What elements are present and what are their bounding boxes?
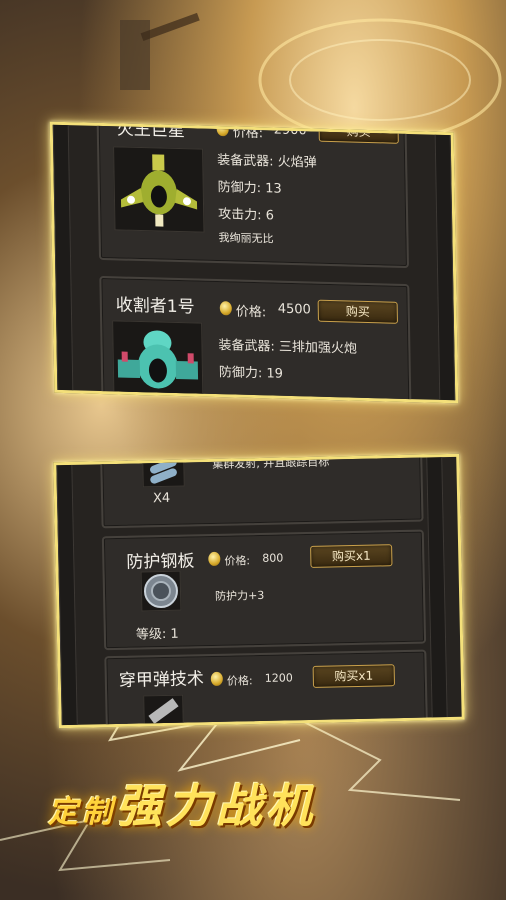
buy-button[interactable]: 购买x1 — [312, 664, 396, 688]
shop-item-card: 收割者1号 价格: 4500 购买 装备武器: 三排加强火炮 防御力: 19 — [99, 275, 412, 404]
item-image-slot — [112, 320, 204, 404]
item-image-slot — [143, 694, 184, 728]
banner-prefix: 定制 — [48, 795, 116, 830]
item-image-slot — [142, 456, 185, 488]
item-name: 收割者1号 — [115, 295, 195, 318]
armor-plate-icon — [143, 574, 178, 609]
quantity-text: X4 — [152, 490, 171, 507]
item-name: 穿甲弹技术 — [118, 669, 205, 691]
plane-green-icon — [120, 154, 198, 227]
missile-icon — [150, 458, 177, 484]
item-image-slot — [140, 570, 182, 612]
item-name: 防护钢板 — [126, 551, 195, 573]
defense-text: 防御力: 19 — [218, 365, 284, 382]
armor-piercing-icon — [148, 698, 179, 724]
weapon-text: 装备武器: 三排加强火炮 — [218, 338, 358, 357]
promo-banner: 定制强力战机 — [48, 770, 316, 836]
level-text: 等级: 1 — [135, 626, 179, 643]
plane-teal-icon — [117, 330, 199, 389]
weapon-text: 装备武器: 火焰弹 — [217, 153, 317, 171]
upgrade-shop-frame: 集群发射, 并且跟踪目标 X4 防护钢板 价格: 800 购买x1 防护力+3 … — [53, 453, 465, 729]
effect-text: 防护力+3 — [214, 588, 265, 603]
ship-shop-frame: 火王巨星 价格: 2900 购买 装备武器: 火焰弹 防御力: 13 攻击力: … — [49, 121, 459, 404]
coin-icon — [219, 301, 232, 316]
price-value: 800 — [262, 551, 284, 565]
shop-item-card: 防护钢板 价格: 800 购买x1 防护力+3 等级: 1 — [101, 529, 427, 651]
banner-title: 强力战机 — [116, 779, 316, 833]
price-value: 4500 — [277, 301, 312, 318]
price-label: 价格: — [235, 304, 267, 321]
item-image-slot — [113, 146, 205, 233]
buy-button[interactable]: 购买 — [317, 299, 398, 324]
attack-text: 攻击力: 6 — [218, 207, 275, 224]
description-text: 我绚丽无比 — [218, 231, 274, 246]
buy-button[interactable]: 购买x1 — [310, 544, 393, 568]
price-label: 价格: — [224, 554, 251, 568]
shop-item-card: 集群发射, 并且跟踪目标 X4 — [100, 453, 424, 529]
price-label: 价格: — [226, 674, 253, 688]
shop-item-card: 火王巨星 价格: 2900 购买 装备武器: 火焰弹 防御力: 13 攻击力: … — [96, 121, 410, 269]
shop-item-card: 穿甲弹技术 价格: 1200 购买x1 — [104, 649, 429, 729]
coin-icon — [208, 551, 221, 567]
item-name: 火王巨星 — [116, 121, 185, 142]
defense-text: 防御力: 13 — [217, 180, 282, 197]
coin-icon — [210, 671, 223, 687]
price-value: 1200 — [264, 671, 293, 685]
